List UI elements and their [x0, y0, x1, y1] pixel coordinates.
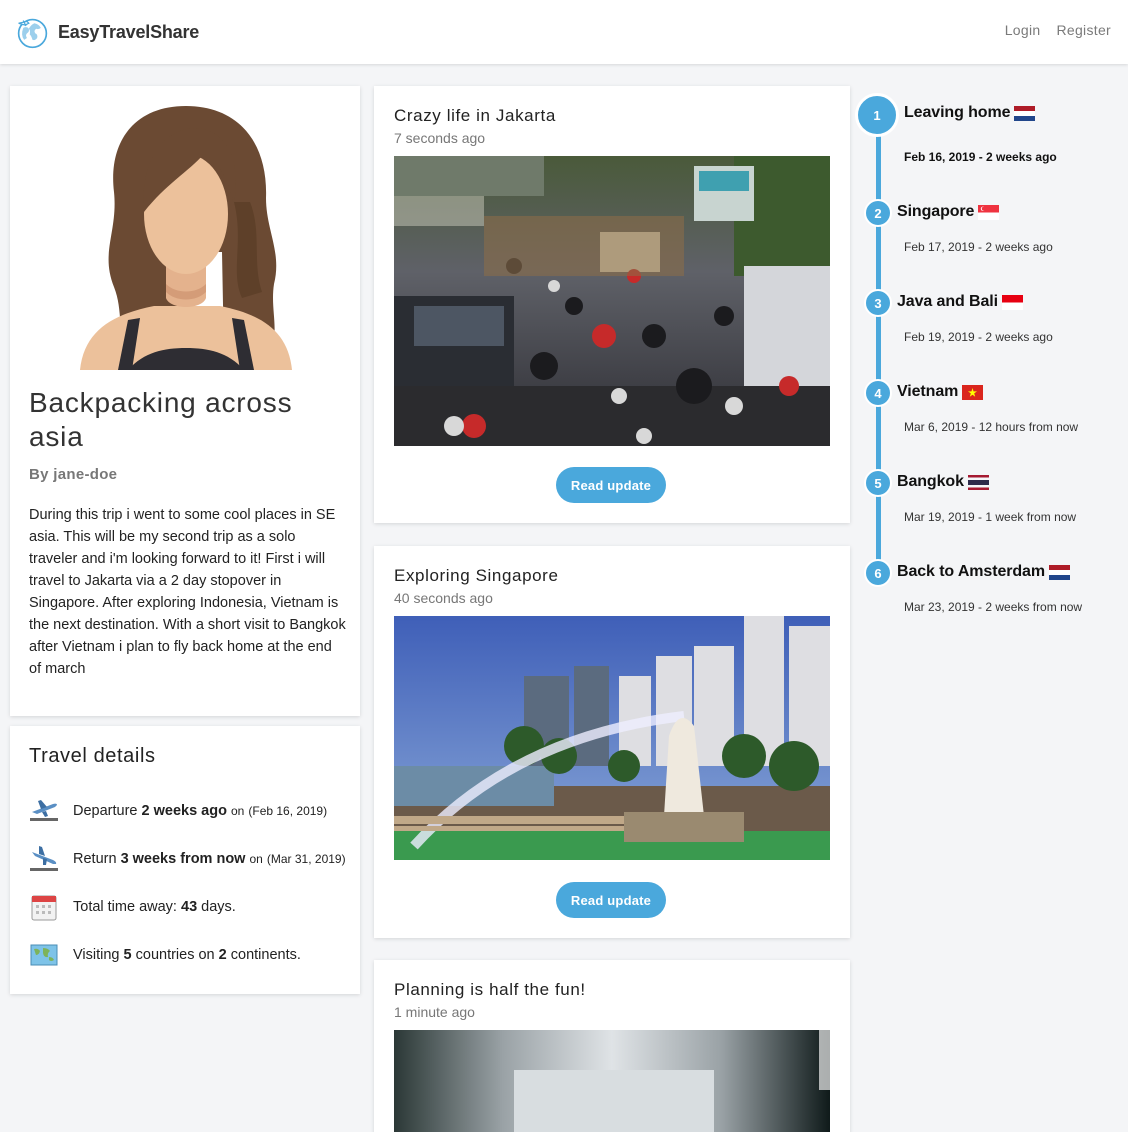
departure-value: 2 weeks ago	[141, 803, 227, 819]
timeline-step-number: 1	[855, 93, 899, 137]
post-image-airplane-window[interactable]	[394, 1030, 830, 1132]
timeline-destination[interactable]: Back to Amsterdam	[897, 563, 1070, 581]
plane-arrival-icon	[30, 846, 58, 871]
total-value: 43	[181, 899, 198, 915]
post-time: 1 minute ago	[394, 1004, 475, 1020]
nav-links: Login Register	[1005, 22, 1111, 38]
post-title[interactable]: Crazy life in Jakarta	[394, 106, 556, 126]
timeline-step-number: 4	[864, 379, 892, 407]
login-link[interactable]: Login	[1005, 22, 1041, 38]
author-prefix: By	[29, 466, 49, 483]
departure-label: Departure	[73, 803, 138, 819]
globe-logo-icon	[17, 18, 48, 49]
post-image-jakarta-traffic[interactable]	[394, 156, 830, 446]
register-link[interactable]: Register	[1056, 22, 1111, 38]
timeline-date: Feb 17, 2019 - 2 weeks ago	[904, 240, 1053, 254]
departure-date: (Feb 16, 2019)	[248, 804, 328, 818]
trip-profile-card: Backpacking across asia By jane-doe Duri…	[10, 86, 360, 716]
timeline-step-number: 2	[864, 199, 892, 227]
post-card: Exploring Singapore 40 seconds ago Read …	[374, 546, 850, 938]
netherlands-flag-icon	[1014, 105, 1036, 121]
visiting-mid: countries on	[135, 947, 215, 963]
timeline-destination-name: Vietnam	[897, 383, 959, 400]
read-update-button[interactable]: Read update	[556, 467, 666, 503]
timeline-date: Mar 23, 2019 - 2 weeks from now	[904, 600, 1083, 614]
post-title[interactable]: Exploring Singapore	[394, 566, 559, 586]
vietnam-flag-icon	[962, 384, 984, 400]
visiting-continents: 2	[218, 947, 227, 963]
post-time: 7 seconds ago	[394, 130, 486, 146]
timeline-destination[interactable]: Leaving home	[904, 104, 1036, 122]
post-image-singapore-merlion[interactable]	[394, 616, 830, 860]
travel-details-card: Travel details Departure 2 weeks ago on …	[10, 726, 360, 994]
singapore-merlion-image	[394, 616, 830, 860]
timeline-destination-name: Bangkok	[897, 473, 964, 490]
author-name[interactable]: jane-doe	[53, 466, 117, 483]
timeline-step-number: 3	[864, 289, 892, 317]
post-title[interactable]: Planning is half the fun!	[394, 980, 586, 1000]
timeline-line	[876, 130, 881, 572]
timeline-date: Mar 19, 2019 - 1 week from now	[904, 510, 1077, 524]
timeline-date: Feb 19, 2019 - 2 weeks ago	[904, 330, 1053, 344]
return-label: Return	[73, 851, 117, 867]
return-on: on	[249, 852, 263, 866]
return-date: (Mar 31, 2019)	[266, 852, 346, 866]
navbar: EasyTravelShare Login Register	[0, 0, 1128, 64]
thailand-flag-icon	[967, 474, 989, 490]
visiting-end: continents.	[230, 947, 301, 963]
trip-author: By jane-doe	[29, 466, 117, 483]
indonesia-flag-icon	[1001, 294, 1023, 310]
total-label: Total time away:	[73, 899, 177, 915]
travel-details-title: Travel details	[29, 745, 156, 767]
departure-on: on	[230, 804, 245, 818]
singapore-flag-icon	[978, 204, 1000, 220]
total-time-row: Total time away: 43 days.	[29, 892, 236, 922]
timeline-destination[interactable]: Bangkok	[897, 473, 989, 491]
avatar-icon	[80, 106, 292, 370]
timeline-destination-name: Back to Amsterdam	[897, 563, 1045, 580]
timeline-destination-name: Leaving home	[904, 104, 1011, 121]
return-row: Return 3 weeks from now on (Mar 31, 2019…	[29, 844, 346, 874]
timeline-destination-name: Java and Bali	[897, 293, 998, 310]
total-unit: days.	[201, 899, 236, 915]
timeline-step-number: 6	[864, 559, 892, 587]
timeline-destination[interactable]: Singapore	[897, 203, 1000, 221]
trip-title: Backpacking across asia	[29, 387, 293, 452]
jakarta-traffic-image	[394, 156, 830, 446]
brand-name: EasyTravelShare	[58, 22, 200, 42]
airplane-window-image	[394, 1030, 830, 1132]
visiting-label: Visiting	[73, 947, 120, 963]
post-card: Planning is half the fun! 1 minute ago	[374, 960, 850, 1132]
timeline-date: Mar 6, 2019 - 12 hours from now	[904, 420, 1079, 434]
plane-departure-icon	[30, 800, 58, 821]
visiting-row: Visiting 5 countries on 2 continents.	[29, 940, 301, 970]
netherlands-flag-icon	[1048, 564, 1070, 580]
timeline-date: Feb 16, 2019 - 2 weeks ago	[904, 150, 1057, 164]
read-update-button[interactable]: Read update	[556, 882, 666, 918]
visiting-countries: 5	[123, 947, 132, 963]
departure-row: Departure 2 weeks ago on (Feb 16, 2019)	[29, 796, 327, 826]
post-time: 40 seconds ago	[394, 590, 493, 606]
timeline-destination[interactable]: Vietnam	[897, 383, 984, 401]
trip-description: During this trip i went to some cool pla…	[29, 507, 346, 677]
timeline-step-number: 5	[864, 469, 892, 497]
timeline-destination-name: Singapore	[897, 203, 975, 220]
timeline-destination[interactable]: Java and Bali	[897, 293, 1023, 311]
return-value: 3 weeks from now	[120, 851, 246, 867]
calendar-icon	[31, 895, 57, 921]
post-card: Crazy life in Jakarta 7 seconds ago Read…	[374, 86, 850, 523]
world-map-icon	[30, 944, 58, 966]
brand[interactable]: EasyTravelShare	[14, 14, 199, 51]
